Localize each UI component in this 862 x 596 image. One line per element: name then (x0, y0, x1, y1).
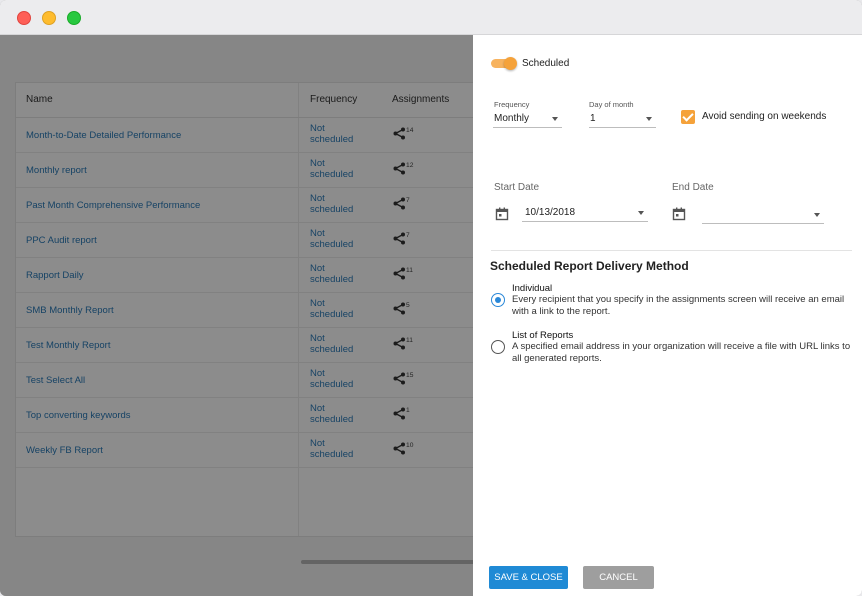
day-of-month-select[interactable]: 1 (589, 111, 656, 128)
option-list-title: List of Reports (512, 330, 573, 341)
scheduled-toggle-label: Scheduled (522, 58, 569, 69)
modal-backdrop[interactable] (0, 35, 473, 596)
frequency-label: Frequency (494, 100, 529, 109)
chevron-down-icon (552, 117, 558, 121)
day-of-month-value: 1 (590, 113, 596, 124)
section-divider (491, 250, 852, 251)
option-list-desc: A specified email address in your organi… (512, 341, 857, 364)
start-date-input[interactable]: 10/13/2018 (522, 205, 648, 222)
chevron-down-icon (814, 213, 820, 217)
option-individual-title: Individual (512, 283, 552, 294)
radio-individual[interactable] (491, 293, 505, 307)
radio-list-of-reports[interactable] (491, 340, 505, 354)
calendar-icon[interactable] (672, 207, 686, 221)
avoid-weekends-label: Avoid sending on weekends (702, 111, 826, 122)
toggle-knob (504, 57, 517, 70)
chevron-down-icon (646, 117, 652, 121)
start-date-label: Start Date (494, 182, 539, 193)
maximize-window-button[interactable] (67, 11, 81, 25)
end-date-input[interactable] (702, 207, 824, 224)
end-date-label: End Date (672, 182, 714, 193)
scheduled-toggle[interactable] (491, 57, 517, 69)
save-close-button[interactable]: SAVE & CLOSE (489, 566, 568, 589)
frequency-select[interactable]: Monthly (493, 111, 562, 128)
title-bar (0, 0, 862, 35)
app-window: Name Frequency Assignments Month-to-Date… (0, 0, 862, 596)
schedule-panel: Scheduled Frequency Monthly Day of month… (473, 35, 862, 596)
option-individual-desc: Every recipient that you specify in the … (512, 294, 857, 317)
close-window-button[interactable] (17, 11, 31, 25)
calendar-icon[interactable] (495, 207, 509, 221)
frequency-value: Monthly (494, 113, 529, 124)
day-of-month-label: Day of month (589, 100, 634, 109)
cancel-button[interactable]: CANCEL (583, 566, 654, 589)
start-date-value: 10/13/2018 (525, 207, 575, 218)
minimize-window-button[interactable] (42, 11, 56, 25)
avoid-weekends-checkbox[interactable] (681, 110, 695, 124)
delivery-method-title: Scheduled Report Delivery Method (490, 259, 689, 273)
chevron-down-icon (638, 211, 644, 215)
